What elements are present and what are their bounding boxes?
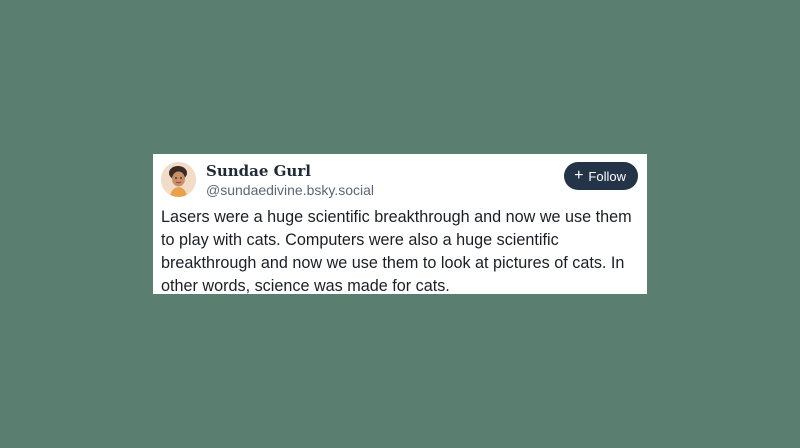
follow-button[interactable]: + Follow bbox=[564, 162, 638, 190]
author-display-name[interactable]: Sundae Gurl bbox=[206, 162, 311, 180]
follow-button-label: Follow bbox=[588, 168, 626, 184]
author-handle[interactable]: @sundaedivine.bsky.social bbox=[206, 182, 374, 198]
avatar-photo-icon bbox=[161, 162, 196, 197]
post-card: Sundae Gurl @sundaedivine.bsky.social + … bbox=[153, 154, 647, 295]
post-text: Lasers were a huge scientific breakthrou… bbox=[161, 208, 632, 295]
plus-icon: + bbox=[574, 166, 584, 184]
avatar[interactable] bbox=[161, 162, 196, 197]
